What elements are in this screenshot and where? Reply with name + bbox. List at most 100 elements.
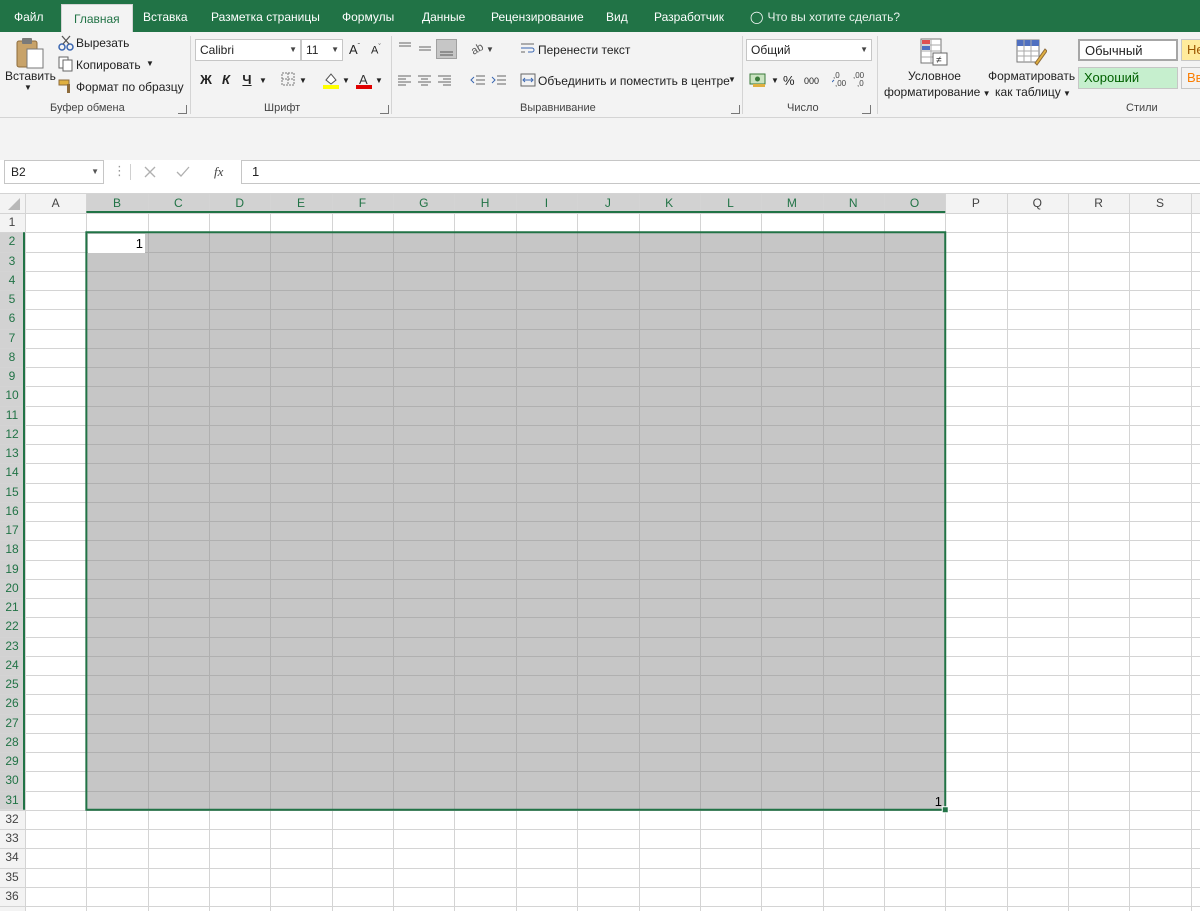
row-header[interactable]: 20 bbox=[0, 579, 24, 598]
increase-decimal-icon[interactable]: ,0 ,00 bbox=[832, 70, 850, 88]
menu-view[interactable]: Вид bbox=[606, 0, 628, 32]
row-header[interactable]: 10 bbox=[0, 386, 24, 405]
row-header[interactable]: 12 bbox=[0, 425, 24, 444]
column-header[interactable]: M bbox=[761, 194, 822, 213]
insert-function-button[interactable]: fx bbox=[214, 164, 223, 180]
menu-file[interactable]: Файл bbox=[14, 0, 44, 32]
row-header[interactable]: 31 bbox=[0, 791, 24, 810]
column-header[interactable]: L bbox=[700, 194, 761, 213]
borders-dropdown-icon[interactable]: ▼ bbox=[299, 76, 307, 85]
row-header[interactable]: 2 bbox=[0, 232, 24, 251]
align-middle-icon[interactable] bbox=[417, 41, 433, 55]
font-color-dropdown-icon[interactable]: ▼ bbox=[375, 76, 383, 85]
thousands-button[interactable]: 000 bbox=[804, 76, 819, 86]
row-header[interactable]: 21 bbox=[0, 598, 24, 617]
font-name-select[interactable]: Calibri ▼ bbox=[195, 39, 301, 61]
cell-b2[interactable]: 1 bbox=[88, 234, 145, 253]
font-size-select[interactable]: 11 ▼ bbox=[301, 39, 343, 61]
column-header[interactable]: J bbox=[577, 194, 638, 213]
column-header[interactable]: S bbox=[1129, 194, 1190, 213]
column-header[interactable]: O bbox=[884, 194, 945, 213]
menu-insert[interactable]: Вставка bbox=[143, 0, 188, 32]
font-launcher-icon[interactable] bbox=[380, 105, 389, 114]
row-header[interactable]: 34 bbox=[0, 848, 24, 867]
percent-button[interactable]: % bbox=[783, 73, 795, 88]
column-header[interactable]: A bbox=[25, 194, 86, 213]
row-header[interactable]: 17 bbox=[0, 521, 24, 540]
menu-home[interactable]: Главная bbox=[61, 4, 133, 32]
row-header[interactable]: 7 bbox=[0, 329, 24, 348]
row-header[interactable]: 27 bbox=[0, 714, 24, 733]
currency-dropdown-icon[interactable]: ▼ bbox=[771, 76, 779, 85]
column-header[interactable]: F bbox=[332, 194, 393, 213]
menu-developer[interactable]: Разработчик bbox=[654, 0, 724, 32]
menu-formulas[interactable]: Формулы bbox=[342, 0, 394, 32]
worksheet-grid[interactable]: ABCDEFGHIJKLMNOPQRS 1 2 3 4 5 6 7 8 9 10 11 12 13 14 1… bbox=[0, 194, 1200, 911]
row-header[interactable]: 30 bbox=[0, 771, 24, 790]
row-header[interactable]: 24 bbox=[0, 656, 24, 675]
column-header[interactable]: H bbox=[454, 194, 515, 213]
row-header[interactable]: 3 bbox=[0, 252, 24, 271]
bold-button[interactable]: Ж bbox=[198, 72, 214, 87]
column-header[interactable]: D bbox=[209, 194, 270, 213]
menu-data[interactable]: Данные bbox=[422, 0, 465, 32]
align-top-icon[interactable] bbox=[397, 41, 413, 55]
fill-color-icon[interactable] bbox=[322, 71, 340, 89]
menu-review[interactable]: Рецензирование bbox=[491, 0, 584, 32]
column-header[interactable]: G bbox=[393, 194, 454, 213]
name-box[interactable]: B2 ▼ bbox=[4, 160, 104, 184]
align-center-icon[interactable] bbox=[417, 73, 433, 87]
menu-page-layout[interactable]: Разметка страницы bbox=[211, 0, 320, 32]
row-header[interactable]: 29 bbox=[0, 752, 24, 771]
number-launcher-icon[interactable] bbox=[862, 105, 871, 114]
row-header[interactable]: 25 bbox=[0, 675, 24, 694]
italic-button[interactable]: К bbox=[218, 72, 234, 87]
row-header[interactable]: 16 bbox=[0, 502, 24, 521]
copy-dropdown-icon[interactable]: ▼ bbox=[146, 59, 154, 68]
row-header[interactable]: 11 bbox=[0, 406, 24, 425]
column-header[interactable]: I bbox=[516, 194, 577, 213]
row-header[interactable]: 32 bbox=[0, 810, 24, 829]
row-header[interactable]: 9 bbox=[0, 367, 24, 386]
font-color-icon[interactable]: A bbox=[355, 71, 373, 89]
column-header[interactable]: C bbox=[148, 194, 209, 213]
enter-check-icon[interactable] bbox=[176, 165, 190, 179]
column-header[interactable]: E bbox=[270, 194, 331, 213]
formula-input[interactable]: 1 bbox=[241, 160, 1200, 184]
row-header[interactable]: 28 bbox=[0, 733, 24, 752]
row-header[interactable]: 33 bbox=[0, 829, 24, 848]
number-format-select[interactable]: Общий ▼ bbox=[746, 39, 872, 61]
cell-o31[interactable]: 1 bbox=[887, 792, 944, 811]
row-header[interactable]: 5 bbox=[0, 290, 24, 309]
tell-me-search[interactable]: ◯ Что вы хотите сделать? bbox=[750, 0, 900, 32]
underline-button[interactable]: Ч bbox=[239, 72, 255, 87]
paste-dropdown-icon[interactable]: ▼ bbox=[24, 83, 32, 92]
column-header[interactable]: B bbox=[86, 194, 147, 213]
fill-color-dropdown-icon[interactable]: ▼ bbox=[342, 76, 350, 85]
cell-style-good[interactable]: Хороший bbox=[1078, 67, 1178, 89]
grow-font-icon[interactable]: Aˆ bbox=[349, 42, 360, 57]
row-header[interactable]: 18 bbox=[0, 540, 24, 559]
row-header[interactable]: 19 bbox=[0, 560, 24, 579]
column-header[interactable]: K bbox=[639, 194, 700, 213]
align-right-icon[interactable] bbox=[437, 73, 453, 87]
align-bottom-button[interactable] bbox=[436, 39, 457, 59]
row-header[interactable]: 15 bbox=[0, 483, 24, 502]
row-header[interactable]: 8 bbox=[0, 348, 24, 367]
row-header[interactable]: 14 bbox=[0, 463, 24, 482]
column-header[interactable]: Q bbox=[1007, 194, 1068, 213]
clipboard-launcher-icon[interactable] bbox=[178, 105, 187, 114]
cell-style-normal[interactable]: Обычный bbox=[1078, 39, 1178, 61]
shrink-font-icon[interactable]: Aˇ bbox=[371, 44, 381, 57]
merge-dropdown-icon[interactable]: ▼ bbox=[728, 75, 736, 84]
borders-icon[interactable] bbox=[281, 72, 295, 86]
row-header[interactable]: 26 bbox=[0, 694, 24, 713]
row-header[interactable]: 1 bbox=[0, 213, 24, 232]
align-left-icon[interactable] bbox=[397, 73, 413, 87]
text-orientation-icon[interactable]: ab ▼ bbox=[470, 41, 494, 55]
row-header[interactable]: 23 bbox=[0, 637, 24, 656]
drag-handle-icon[interactable]: ⋮ bbox=[113, 163, 126, 179]
row-header[interactable]: 22 bbox=[0, 617, 24, 636]
increase-indent-icon[interactable] bbox=[491, 73, 507, 87]
row-header[interactable]: 36 bbox=[0, 887, 24, 906]
